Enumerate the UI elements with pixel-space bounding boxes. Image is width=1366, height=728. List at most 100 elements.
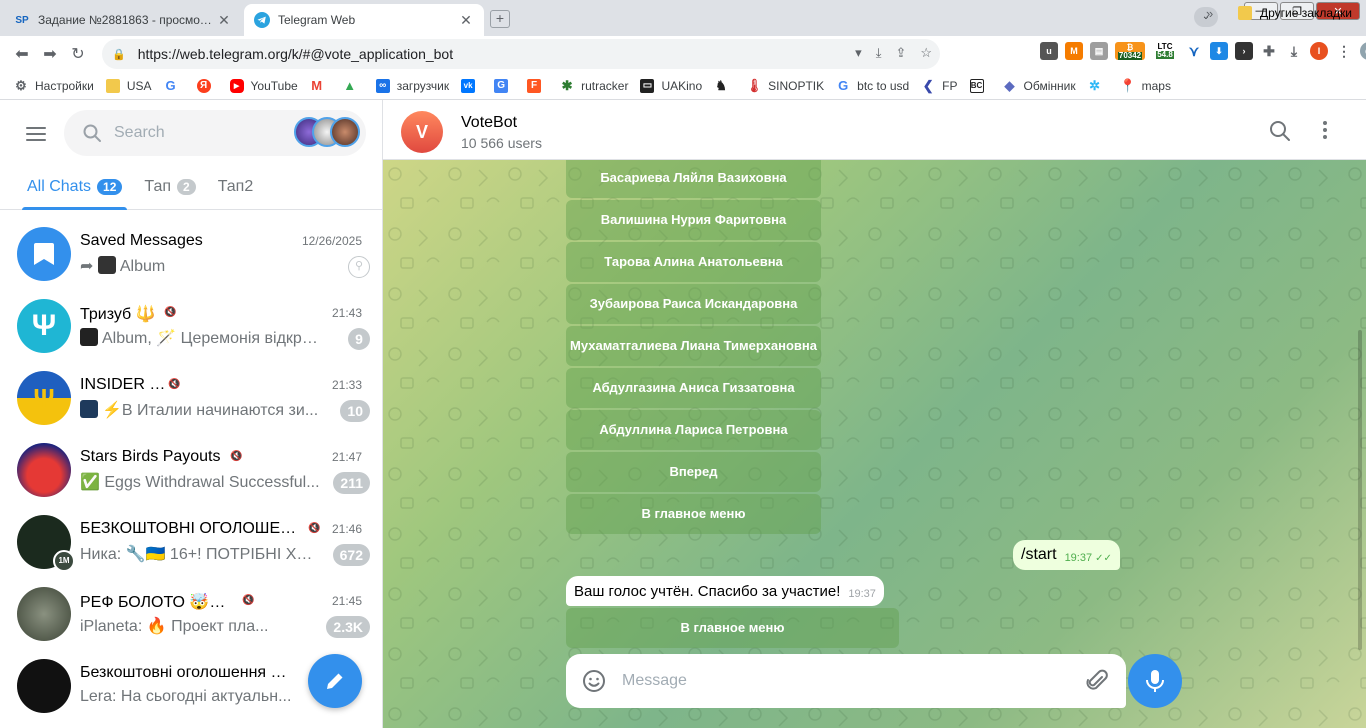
new-tab-button[interactable]: +: [490, 10, 510, 28]
bookmark-zagruzchik[interactable]: ∞ загрузчик: [375, 78, 449, 93]
keyboard-button[interactable]: Абдуллина Лариса Петровна: [566, 410, 821, 450]
search-icon[interactable]: [1269, 120, 1291, 142]
gear-icon: ⚙: [15, 77, 27, 93]
close-tab-icon[interactable]: ✕: [458, 12, 474, 29]
outgoing-message[interactable]: /start 19:37 ✓✓: [1013, 540, 1120, 570]
vpn-icon[interactable]: ⋎: [1185, 42, 1203, 60]
bookmark-bc[interactable]: BC: [969, 78, 991, 93]
keyboard-button[interactable]: Мухаматгалиева Лиана Тимерхановна: [566, 326, 821, 366]
search-placeholder: Search: [114, 124, 165, 141]
bookmark-label: SINOPTIK: [768, 78, 825, 93]
downloads-icon[interactable]: ⤓: [1285, 42, 1303, 60]
chrome-menu-icon[interactable]: ⋮: [1335, 42, 1353, 60]
bookmark-gmail[interactable]: M: [310, 78, 331, 93]
tab-all-chats[interactable]: All Chats 12: [16, 164, 133, 210]
chat-item-tryzub[interactable]: Ψ Тризуб 🔱 🔇 21:43 Album, 🪄 Церемонія ві…: [8, 290, 370, 362]
bookmark-star-icon[interactable]: ☆: [920, 45, 932, 61]
bookmark-yandex[interactable]: Я: [196, 78, 218, 93]
drive-icon: ▲: [343, 78, 357, 93]
share-icon[interactable]: ⇪: [895, 45, 906, 61]
bookmark-fp[interactable]: ❮ FP: [921, 78, 958, 93]
globe-icon[interactable]: ◎: [1360, 42, 1366, 60]
bookmark-usa[interactable]: USA: [105, 78, 152, 93]
story-avatar[interactable]: [330, 117, 360, 147]
keyboard-button[interactable]: Тарова Алина Анатольевна: [566, 242, 821, 282]
close-tab-icon[interactable]: ✕: [216, 12, 232, 29]
install-icon[interactable]: ⤓: [876, 45, 882, 61]
muted-icon: 🔇: [242, 595, 255, 606]
chat-item-bezkoshtovni-ogoloshennya[interactable]: 1M БЕЗКОШТОВНІ ОГОЛОШЕН... 🔇 21:46 Ника:…: [8, 506, 370, 578]
bookmark-uakino[interactable]: ▭ UAKino: [640, 78, 702, 93]
browser-toolbar: ⬅ ➡ ↻ 🔒 https://web.telegram.org/k/#@vot…: [0, 36, 1366, 72]
folder-tabs: All Chats 12 Тап 2 Тап2: [0, 164, 382, 210]
download-manager-icon[interactable]: ⬇: [1210, 42, 1228, 60]
keyboard-button[interactable]: Зубаирова Раиса Искандаровна: [566, 284, 821, 324]
double-check-icon: ✓✓: [1095, 552, 1112, 564]
bookmark-drive[interactable]: ▲: [343, 78, 364, 93]
bot-avatar[interactable]: V: [401, 111, 443, 153]
bookmark-settings[interactable]: ⚙ Настройки: [14, 77, 94, 93]
dropdown-icon[interactable]: ▾: [855, 45, 862, 61]
lock-icon[interactable]: 🔒: [112, 48, 126, 61]
bookmarks-more-button[interactable]: »: [1206, 6, 1213, 21]
keyboard-button[interactable]: Абдулгазина Аниса Гиззатовна: [566, 368, 821, 408]
forward-icon[interactable]: ➡: [36, 40, 64, 68]
message-composer[interactable]: Message: [566, 654, 1126, 708]
bookmark-snowflake[interactable]: ✲: [1088, 78, 1109, 93]
bookmark-f[interactable]: F: [527, 78, 548, 93]
emoji-icon[interactable]: [582, 669, 606, 693]
incoming-message[interactable]: Ваш голос учтён. Спасибо за участие! 19:…: [566, 576, 884, 606]
attach-icon[interactable]: [1086, 669, 1108, 693]
terminal-icon[interactable]: ›: [1235, 42, 1253, 60]
bookmark-chess[interactable]: ♞: [714, 78, 735, 93]
address-bar[interactable]: 🔒 https://web.telegram.org/k/#@vote_appl…: [102, 39, 940, 69]
ublock-icon[interactable]: u: [1040, 42, 1058, 60]
bookmark-maps[interactable]: 📍 maps: [1120, 78, 1171, 93]
briefcase-icon[interactable]: ▤: [1090, 42, 1108, 60]
tab-tap[interactable]: Тап 2: [133, 164, 206, 210]
voice-record-button[interactable]: [1128, 654, 1182, 708]
f-icon: F: [527, 78, 542, 93]
bookmark-rutracker[interactable]: ✱ rutracker: [560, 78, 629, 93]
bookmark-google[interactable]: G: [164, 78, 185, 93]
chat-item-saved-messages[interactable]: Saved Messages 12/26/2025 ➦ Album ⚲: [8, 218, 370, 290]
bookmark-sinoptik[interactable]: 🌡 SINOPTIK: [746, 78, 825, 93]
next-page-button[interactable]: Вперед: [566, 452, 821, 492]
member-count-badge: 1M: [53, 550, 75, 572]
profile-avatar-icon[interactable]: I: [1310, 42, 1328, 60]
keyboard-button[interactable]: Валишина Нурия Фаритовна: [566, 200, 821, 240]
hamburger-menu-icon[interactable]: [22, 120, 50, 148]
search-input[interactable]: Search: [64, 110, 366, 156]
metamask-icon[interactable]: M: [1065, 42, 1083, 60]
main-menu-button[interactable]: В главное меню: [566, 494, 821, 534]
keyboard-button[interactable]: Басариева Ляйля Вазиховна: [566, 158, 821, 198]
more-options-icon[interactable]: [1323, 121, 1327, 139]
chat-title[interactable]: VoteBot: [461, 114, 517, 132]
other-bookmarks[interactable]: Другие закладки: [1238, 6, 1352, 20]
chat-item-insider-ua[interactable]: Ψ INSIDER UA 🔇 21:33 ⚡В Италии начинаютс…: [8, 362, 370, 434]
chat-title: Тризуб 🔱: [80, 306, 156, 323]
bookmark-translate[interactable]: G: [494, 78, 515, 93]
message-input-placeholder[interactable]: Message: [622, 672, 687, 690]
tab-title: Telegram Web: [278, 13, 356, 27]
ltc-ticker-icon[interactable]: LTC 54.8: [1152, 42, 1178, 60]
main-menu-button[interactable]: В главное меню: [566, 608, 899, 648]
tab-tap2[interactable]: Тап2: [207, 164, 265, 210]
bookmark-obminnyk[interactable]: ◆ Обмінник: [1003, 78, 1076, 93]
scrollbar[interactable]: [1358, 330, 1362, 650]
reload-icon[interactable]: ↻: [64, 40, 92, 68]
bookmark-youtube[interactable]: ▶ YouTube: [229, 78, 298, 93]
browser-tab-telegram[interactable]: Telegram Web ✕: [244, 4, 484, 36]
bookmark-vk[interactable]: vk: [461, 78, 482, 93]
stories-avatars[interactable]: [294, 117, 360, 147]
chat-header[interactable]: V VoteBot 10 566 users: [383, 100, 1366, 160]
bookmark-btc-to-usd[interactable]: Gbtc to usd: [836, 78, 909, 93]
bitcoin-ticker-icon[interactable]: ₿ 70342: [1115, 42, 1145, 60]
back-icon[interactable]: ⬅: [8, 40, 36, 68]
chat-item-ref-boloto[interactable]: РЕФ БОЛОТО 🤯🤯🤯 🔇 21:45 iPlaneta: 🔥 Проек…: [8, 578, 370, 650]
chat-item-stars-birds-payouts[interactable]: Stars Birds Payouts 🔇 21:47 ✅ Eggs Withd…: [8, 434, 370, 506]
extensions-puzzle-icon[interactable]: ✚: [1260, 42, 1278, 60]
browser-tab-task[interactable]: SP Задание №2881863 - просмотр з ✕: [4, 4, 242, 36]
google-icon: G: [838, 78, 849, 93]
new-message-button[interactable]: [308, 654, 362, 708]
